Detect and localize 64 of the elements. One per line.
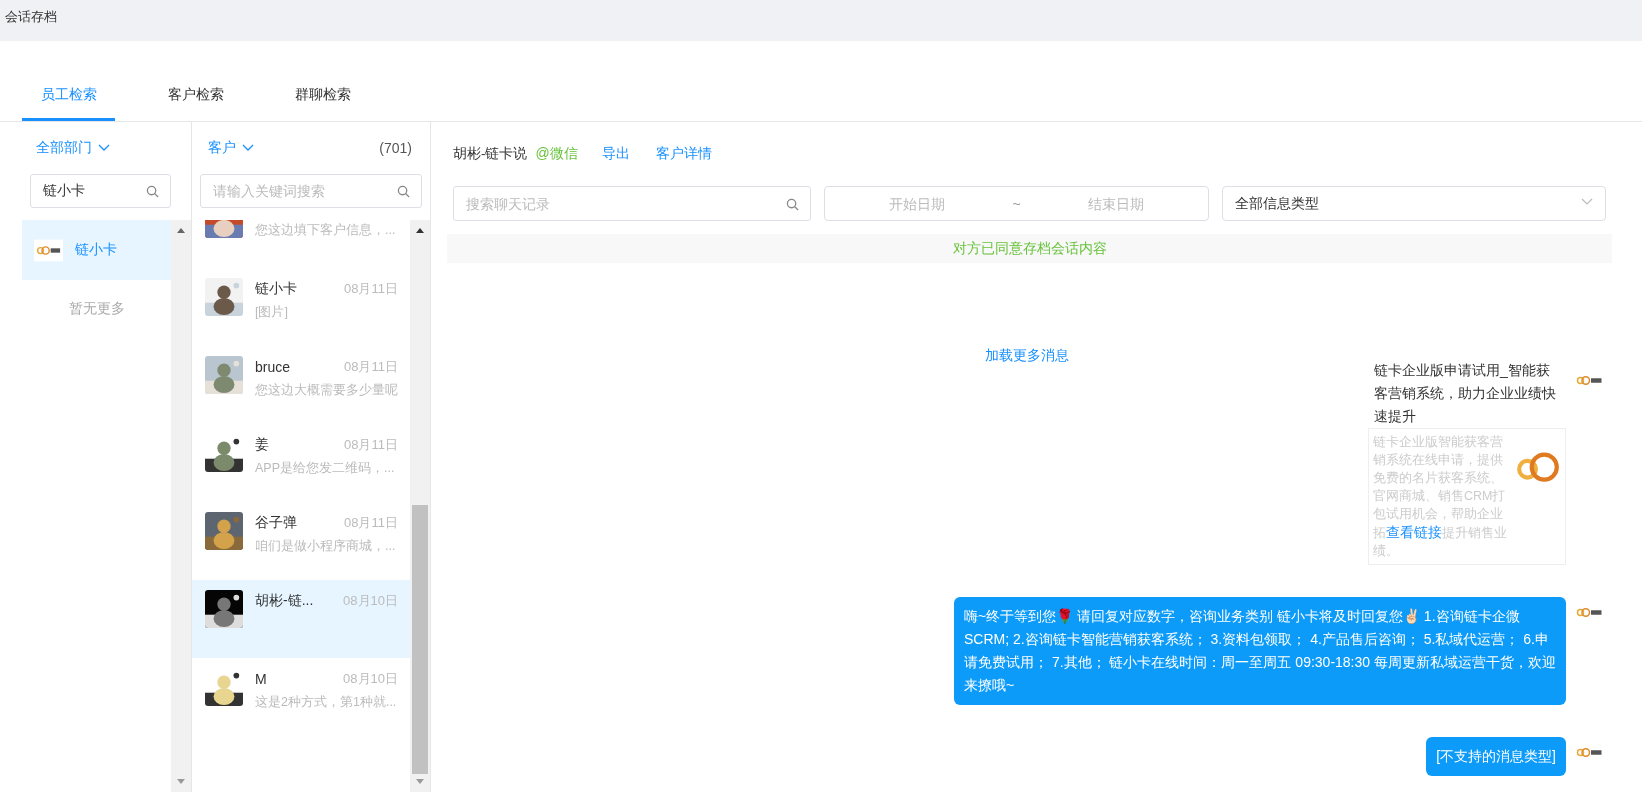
customer-name: 链小卡 [255, 280, 297, 298]
customer-search-field[interactable]: 请输入关键词搜索 [200, 174, 422, 208]
search-icon [397, 185, 410, 198]
range-separator: ~ [1012, 195, 1021, 212]
page-title: 会话存档 [5, 8, 57, 26]
customer-filter-dropdown[interactable]: 客户 [208, 139, 254, 157]
arrow-down-icon[interactable] [176, 778, 186, 786]
tab[interactable]: 客户检索 [149, 71, 242, 121]
message-preview: [图片] [255, 304, 289, 321]
message-time: 08月11日 [344, 280, 398, 298]
scrollbar[interactable] [171, 220, 191, 792]
customer-name: 谷子弹 [255, 514, 297, 532]
staff-search-field[interactable]: 链小卡 [30, 174, 171, 208]
message-bubble: 嗨~终于等到您🌹 请回复对应数字，咨询业务类别 链小卡将及时回复您✌🏻 1.咨询链卡企微SCRM; 2.咨询链卡智能营销获客系统； 3.资料包领取； 4.产品售后咨询； 5.私域代运营； 6.申请免费试用； 7.其他； 链小卡在线时间：周一至周五 09:30-18:30 每周更新私域运营干货，欢迎来撩哦~ [954, 597, 1566, 705]
search-icon [146, 185, 159, 198]
message-preview: APP是给您发二维码，... [255, 460, 396, 477]
chevron-down-icon [242, 144, 254, 152]
search-icon [786, 197, 800, 211]
customer-count: (701) [379, 140, 412, 156]
start-date-field[interactable]: 开始日期 [852, 187, 983, 220]
arrow-down-icon[interactable] [415, 778, 425, 786]
arrow-up-icon[interactable] [415, 226, 425, 234]
action-link[interactable]: 客户详情 [655, 145, 712, 163]
link-title: 链卡企业版申请试用_智能获客营销系统，助力企业业绩快速提升 [1373, 361, 1557, 426]
customer-name: 姜 [255, 436, 269, 454]
action-link[interactable]: 导出 [601, 145, 630, 163]
message-preview: 咱们是做小程序商城，... [255, 538, 397, 555]
message-time: 08月11日 [344, 358, 398, 376]
end-date-field[interactable]: 结束日期 [1050, 187, 1181, 220]
view-link[interactable]: 查看链接 [1386, 524, 1442, 540]
arrow-up-icon[interactable] [176, 226, 186, 234]
customer-item[interactable]: 您这边填下客户信息，... [192, 220, 410, 268]
message-bubble: [不支持的消息类型] [1426, 737, 1566, 776]
customer-item[interactable]: M 08月10日 这是2种方式，第1种就... [192, 658, 410, 736]
message-preview: 您这边大概需要多少量呢 [255, 382, 398, 399]
chat-search-field[interactable]: 搜索聊天记录 [453, 186, 812, 221]
department-dropdown[interactable]: 全部部门 [36, 139, 110, 157]
customer-item[interactable]: 谷子弹 08月11日 咱们是做小程序商城，... [192, 502, 410, 580]
message-preview: 您这边填下客户信息，... [255, 222, 397, 239]
customer-name: 胡彬-链... [255, 592, 314, 610]
message-time: 08月10日 [343, 592, 398, 610]
message-preview: 这是2种方式，第1种就... [255, 694, 398, 711]
empty-text: 暂无更多 [67, 300, 126, 318]
consent-notice: 对方已同意存档会话内容 [447, 234, 1612, 263]
scrollbar[interactable] [410, 220, 430, 792]
contact-name: 胡彬-链卡说 [453, 145, 528, 163]
message-time: 08月11日 [344, 514, 398, 532]
customer-item[interactable]: 胡彬-链... 08月10日 [192, 580, 410, 658]
staff-item[interactable]: 链小卡 [22, 220, 171, 280]
customer-item[interactable]: 姜 08月11日 APP是给您发二维码，... [192, 424, 410, 502]
message-time: 08月11日 [344, 436, 398, 454]
chevron-down-icon [1581, 197, 1593, 206]
customer-name: bruce [255, 359, 291, 375]
date-range-field[interactable]: 开始日期 ~ 结束日期 [824, 186, 1209, 221]
tab[interactable]: 员工检索 [22, 71, 115, 121]
customer-name: M [255, 671, 267, 687]
customer-item[interactable]: bruce 08月11日 您这边大概需要多少量呢 [192, 346, 410, 424]
chevron-down-icon [98, 144, 110, 152]
load-more-link[interactable]: 加载更多消息 [984, 347, 1069, 365]
message-time: 08月10日 [343, 670, 398, 688]
message-type-dropdown[interactable]: 全部信息类型 [1221, 186, 1606, 221]
source-label: @微信 [535, 145, 578, 163]
tab[interactable]: 群聊检索 [276, 71, 369, 121]
customer-item[interactable]: 链小卡 08月11日 [图片] [192, 268, 410, 346]
